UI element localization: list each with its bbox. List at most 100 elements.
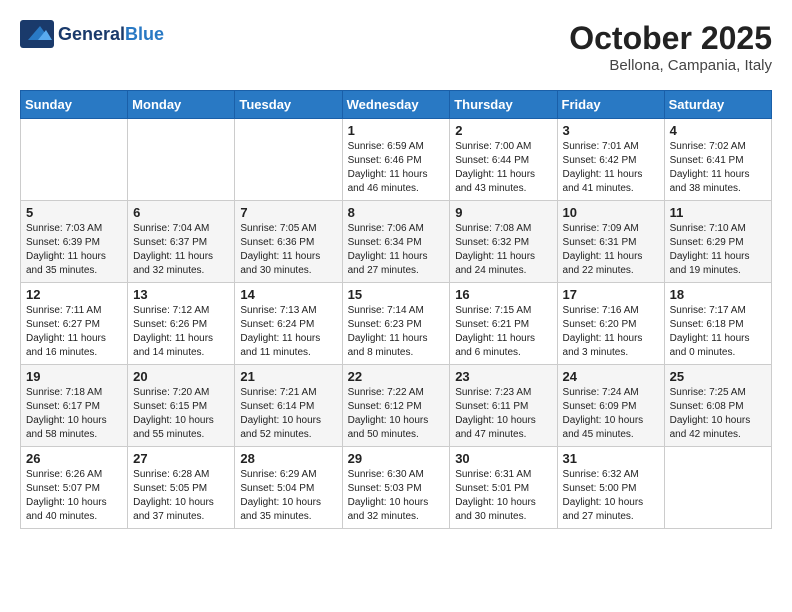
logo: GeneralBlue xyxy=(20,20,164,48)
calendar-cell: 3 Sunrise: 7:01 AM Sunset: 6:42 PM Daylig… xyxy=(557,119,664,201)
day-number: 20 xyxy=(133,369,229,384)
calendar-cell: 28 Sunrise: 6:29 AM Sunset: 5:04 PM Dayli… xyxy=(235,447,342,529)
weekday-header: Thursday xyxy=(450,91,557,119)
calendar-cell: 16 Sunrise: 7:15 AM Sunset: 6:21 PM Dayli… xyxy=(450,283,557,365)
day-number: 4 xyxy=(670,123,766,138)
day-number: 25 xyxy=(670,369,766,384)
day-info: Sunrise: 6:30 AM Sunset: 5:03 PM Dayligh… xyxy=(348,468,445,524)
day-info: Sunrise: 7:10 AM Sunset: 6:29 PM Dayligh… xyxy=(670,222,766,278)
day-number: 11 xyxy=(670,205,766,220)
day-info: Sunrise: 7:13 AM Sunset: 6:24 PM Dayligh… xyxy=(240,304,336,360)
calendar-cell: 19Sunrise: 7:18 AM Sunset: 6:17 PM Dayli… xyxy=(21,365,128,447)
day-number: 17 xyxy=(563,287,659,302)
day-number: 2 xyxy=(455,123,551,138)
day-number: 27 xyxy=(133,451,229,466)
weekday-header: Wednesday xyxy=(342,91,450,119)
calendar-cell: 5 Sunrise: 7:03 AM Sunset: 6:39 PM Daylig… xyxy=(21,201,128,283)
day-info: Sunrise: 7:23 AM Sunset: 6:11 PM Dayligh… xyxy=(455,386,551,442)
calendar-week-row: 5 Sunrise: 7:03 AM Sunset: 6:39 PM Daylig… xyxy=(21,201,772,283)
day-number: 7 xyxy=(240,205,336,220)
calendar-cell: 17 Sunrise: 7:16 AM Sunset: 6:20 PM Dayli… xyxy=(557,283,664,365)
day-info: Sunrise: 6:28 AM Sunset: 5:05 PM Dayligh… xyxy=(133,468,229,524)
day-number: 16 xyxy=(455,287,551,302)
calendar-cell: 1 Sunrise: 6:59 AM Sunset: 6:46 PM Daylig… xyxy=(342,119,450,201)
location: Bellona, Campania, Italy xyxy=(569,57,772,74)
day-info: Sunrise: 7:20 AM Sunset: 6:15 PM Dayligh… xyxy=(133,386,229,442)
calendar-cell xyxy=(235,119,342,201)
weekday-header: Tuesday xyxy=(235,91,342,119)
day-number: 18 xyxy=(670,287,766,302)
day-number: 8 xyxy=(348,205,445,220)
day-number: 15 xyxy=(348,287,445,302)
calendar-cell: 13Sunrise: 7:12 AM Sunset: 6:26 PM Dayli… xyxy=(128,283,235,365)
day-number: 23 xyxy=(455,369,551,384)
day-number: 5 xyxy=(26,205,122,220)
weekday-header: Sunday xyxy=(21,91,128,119)
calendar-cell: 23 Sunrise: 7:23 AM Sunset: 6:11 PM Dayli… xyxy=(450,365,557,447)
calendar-cell: 26 Sunrise: 6:26 AM Sunset: 5:07 PM Dayli… xyxy=(21,447,128,529)
weekday-header: Saturday xyxy=(664,91,771,119)
calendar-cell xyxy=(21,119,128,201)
calendar-week-row: 1 Sunrise: 6:59 AM Sunset: 6:46 PM Daylig… xyxy=(21,119,772,201)
weekday-header: Monday xyxy=(128,91,235,119)
day-info: Sunrise: 6:29 AM Sunset: 5:04 PM Dayligh… xyxy=(240,468,336,524)
day-info: Sunrise: 7:05 AM Sunset: 6:36 PM Dayligh… xyxy=(240,222,336,278)
calendar-cell: 25 Sunrise: 7:25 AM Sunset: 6:08 PM Dayli… xyxy=(664,365,771,447)
day-info: Sunrise: 6:59 AM Sunset: 6:46 PM Dayligh… xyxy=(348,140,445,196)
logo-blue: Blue xyxy=(125,24,164,44)
page-header: GeneralBlue October 2025 Bellona, Campan… xyxy=(20,20,772,74)
day-info: Sunrise: 7:21 AM Sunset: 6:14 PM Dayligh… xyxy=(240,386,336,442)
day-number: 10 xyxy=(563,205,659,220)
day-info: Sunrise: 7:17 AM Sunset: 6:18 PM Dayligh… xyxy=(670,304,766,360)
calendar-cell: 22 Sunrise: 7:22 AM Sunset: 6:12 PM Dayli… xyxy=(342,365,450,447)
day-number: 12 xyxy=(26,287,122,302)
calendar-cell: 6 Sunrise: 7:04 AM Sunset: 6:37 PM Daylig… xyxy=(128,201,235,283)
calendar-cell: 18 Sunrise: 7:17 AM Sunset: 6:18 PM Dayli… xyxy=(664,283,771,365)
calendar-week-row: 19Sunrise: 7:18 AM Sunset: 6:17 PM Dayli… xyxy=(21,365,772,447)
calendar-cell: 30Sunrise: 6:31 AM Sunset: 5:01 PM Dayli… xyxy=(450,447,557,529)
day-info: Sunrise: 7:06 AM Sunset: 6:34 PM Dayligh… xyxy=(348,222,445,278)
calendar-cell: 2 Sunrise: 7:00 AM Sunset: 6:44 PM Daylig… xyxy=(450,119,557,201)
calendar-cell: 4Sunrise: 7:02 AM Sunset: 6:41 PM Daylig… xyxy=(664,119,771,201)
calendar-cell: 10Sunrise: 7:09 AM Sunset: 6:31 PM Dayli… xyxy=(557,201,664,283)
calendar-cell: 15 Sunrise: 7:14 AM Sunset: 6:23 PM Dayli… xyxy=(342,283,450,365)
logo-general: General xyxy=(58,24,125,44)
day-info: Sunrise: 7:03 AM Sunset: 6:39 PM Dayligh… xyxy=(26,222,122,278)
day-info: Sunrise: 7:12 AM Sunset: 6:26 PM Dayligh… xyxy=(133,304,229,360)
calendar-table: SundayMondayTuesdayWednesdayThursdayFrid… xyxy=(20,90,772,529)
day-info: Sunrise: 7:22 AM Sunset: 6:12 PM Dayligh… xyxy=(348,386,445,442)
day-number: 22 xyxy=(348,369,445,384)
day-info: Sunrise: 7:15 AM Sunset: 6:21 PM Dayligh… xyxy=(455,304,551,360)
calendar-cell: 9Sunrise: 7:08 AM Sunset: 6:32 PM Daylig… xyxy=(450,201,557,283)
day-info: Sunrise: 7:25 AM Sunset: 6:08 PM Dayligh… xyxy=(670,386,766,442)
calendar-cell xyxy=(128,119,235,201)
day-info: Sunrise: 6:26 AM Sunset: 5:07 PM Dayligh… xyxy=(26,468,122,524)
day-info: Sunrise: 7:00 AM Sunset: 6:44 PM Dayligh… xyxy=(455,140,551,196)
calendar-week-row: 26 Sunrise: 6:26 AM Sunset: 5:07 PM Dayli… xyxy=(21,447,772,529)
day-number: 26 xyxy=(26,451,122,466)
day-number: 14 xyxy=(240,287,336,302)
weekday-header: Friday xyxy=(557,91,664,119)
calendar-cell: 14 Sunrise: 7:13 AM Sunset: 6:24 PM Dayli… xyxy=(235,283,342,365)
day-info: Sunrise: 6:32 AM Sunset: 5:00 PM Dayligh… xyxy=(563,468,659,524)
day-info: Sunrise: 7:14 AM Sunset: 6:23 PM Dayligh… xyxy=(348,304,445,360)
calendar-cell: 29Sunrise: 6:30 AM Sunset: 5:03 PM Dayli… xyxy=(342,447,450,529)
day-info: Sunrise: 7:16 AM Sunset: 6:20 PM Dayligh… xyxy=(563,304,659,360)
calendar-cell: 20 Sunrise: 7:20 AM Sunset: 6:15 PM Dayli… xyxy=(128,365,235,447)
day-number: 6 xyxy=(133,205,229,220)
day-info: Sunrise: 7:01 AM Sunset: 6:42 PM Dayligh… xyxy=(563,140,659,196)
month-year: October 2025 xyxy=(569,20,772,57)
day-number: 9 xyxy=(455,205,551,220)
calendar-cell: 27 Sunrise: 6:28 AM Sunset: 5:05 PM Dayli… xyxy=(128,447,235,529)
day-number: 28 xyxy=(240,451,336,466)
calendar-cell: 8 Sunrise: 7:06 AM Sunset: 6:34 PM Daylig… xyxy=(342,201,450,283)
day-number: 1 xyxy=(348,123,445,138)
day-number: 3 xyxy=(563,123,659,138)
calendar-cell: 12 Sunrise: 7:11 AM Sunset: 6:27 PM Dayli… xyxy=(21,283,128,365)
day-info: Sunrise: 7:11 AM Sunset: 6:27 PM Dayligh… xyxy=(26,304,122,360)
day-number: 21 xyxy=(240,369,336,384)
day-number: 24 xyxy=(563,369,659,384)
day-info: Sunrise: 7:24 AM Sunset: 6:09 PM Dayligh… xyxy=(563,386,659,442)
calendar-cell: 21 Sunrise: 7:21 AM Sunset: 6:14 PM Dayli… xyxy=(235,365,342,447)
day-info: Sunrise: 7:04 AM Sunset: 6:37 PM Dayligh… xyxy=(133,222,229,278)
